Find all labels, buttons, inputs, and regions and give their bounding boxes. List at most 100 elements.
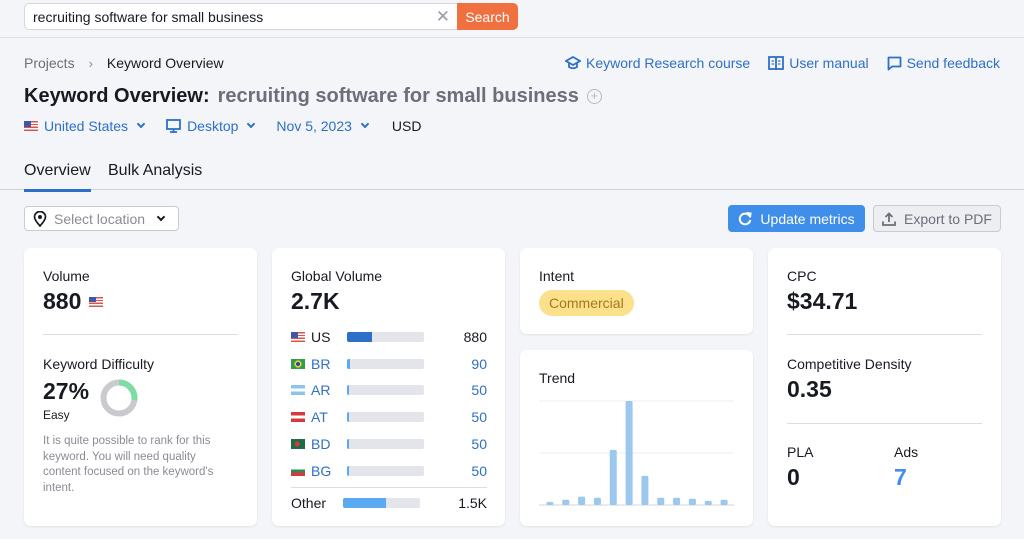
other-label: Other (291, 495, 327, 511)
br-flag-icon (291, 358, 305, 369)
trend-bar[interactable] (704, 500, 712, 505)
us-flag-icon (291, 332, 305, 342)
global-volume-card: Global Volume 2.7K US 880 BR 90 AR 50 AT 50 BD 50… (272, 248, 505, 526)
filters-bar: United States Desktop Nov 5, 2023 USD (24, 118, 421, 134)
date-label: Nov 5, 2023 (276, 118, 352, 134)
country-volume-bar-fill (347, 358, 350, 369)
message-icon (887, 56, 901, 70)
us-flag-icon (89, 296, 104, 307)
intent-label: Intent (539, 268, 575, 284)
user-manual-label: User manual (789, 55, 869, 71)
country-volume-bar (347, 385, 424, 396)
trend-card: Trend (520, 350, 753, 526)
competitive-density-value: 0.35 (787, 376, 832, 402)
keyword-research-course-link[interactable]: Keyword Research course (565, 55, 750, 71)
global-volume-row: BR 90 (291, 356, 487, 372)
chevron-down-icon (360, 119, 370, 129)
country-volume-bar (347, 412, 424, 423)
keyword-difficulty-label: Keyword Difficulty (43, 356, 155, 372)
device-label: Desktop (187, 118, 239, 134)
currency-label: USD (391, 118, 422, 134)
country-volume-bar-fill (347, 385, 350, 396)
export-pdf-button[interactable]: Export to PDF (873, 205, 1001, 232)
country-code[interactable]: BG (311, 463, 347, 479)
send-feedback-label: Send feedback (906, 55, 1000, 71)
ads-value[interactable]: 7 (894, 464, 918, 491)
global-volume-row: BD 50 (291, 436, 487, 452)
trend-bar[interactable] (673, 497, 681, 505)
trend-bar[interactable] (562, 499, 570, 505)
cpc-card: CPC $34.71 Competitive Density 0.35 PLA … (768, 248, 1001, 526)
country-volume-value[interactable]: 50 (471, 382, 487, 398)
keyword-difficulty-donut (100, 379, 138, 417)
us-flag-icon (24, 121, 38, 131)
chevron-down-icon (156, 212, 166, 221)
location-select[interactable]: Select location (24, 206, 179, 231)
search-input[interactable] (33, 9, 423, 25)
global-volume-row-other: Other 1.5K (291, 495, 487, 511)
tab-overview[interactable]: Overview (24, 162, 91, 192)
upload-icon (882, 211, 896, 226)
country-volume-value[interactable]: 90 (471, 356, 487, 372)
country-volume-bar (347, 465, 424, 476)
country-volume-value[interactable]: 50 (471, 409, 487, 425)
update-metrics-label: Update metrics (760, 210, 855, 227)
add-keyword-icon[interactable]: + (586, 89, 602, 104)
country-dropdown[interactable]: United States (24, 118, 146, 134)
page-title: Keyword Overview: recruiting software fo… (24, 85, 602, 108)
breadcrumb-projects[interactable]: Projects (24, 55, 75, 71)
global-volume-row: AT 50 (291, 409, 487, 425)
divider (787, 334, 982, 335)
keyword-difficulty-value: 27% (43, 378, 90, 404)
country-volume-bar-fill (347, 332, 373, 342)
country-code: US (311, 329, 331, 345)
trend-bar[interactable] (546, 501, 554, 505)
refresh-icon (739, 211, 753, 225)
update-metrics-button[interactable]: Update metrics (728, 205, 865, 232)
device-dropdown[interactable]: Desktop (166, 118, 256, 134)
keyword-research-course-label: Keyword Research course (586, 55, 751, 71)
top-search-bar: ✕ Search (0, 0, 1024, 38)
trend-bar[interactable] (609, 449, 617, 505)
trend-bar[interactable] (720, 499, 728, 505)
breadcrumb-current: Keyword Overview (106, 55, 224, 71)
cpc-value: $34.71 (787, 288, 858, 314)
country-code[interactable]: AR (311, 382, 347, 398)
search-box: ✕ (24, 3, 458, 30)
chevron-down-icon (247, 119, 256, 129)
trend-bar[interactable] (625, 401, 633, 505)
trend-bar[interactable] (578, 496, 586, 505)
keyword-difficulty-description: It is quite possible to rank for this ke… (43, 435, 214, 494)
country-volume-bar-fill (347, 412, 350, 423)
trend-bar[interactable] (688, 498, 696, 505)
cpc-label: CPC (787, 268, 817, 284)
date-dropdown[interactable]: Nov 5, 2023 (276, 118, 370, 134)
tab-bulk-analysis[interactable]: Bulk Analysis (108, 162, 202, 180)
help-links: Keyword Research course User manual Send… (565, 55, 1000, 71)
user-manual-link[interactable]: User manual (768, 55, 869, 71)
country-volume-value[interactable]: 50 (471, 463, 487, 479)
trend-label: Trend (539, 370, 576, 386)
trend-chart (539, 400, 734, 506)
trend-bar[interactable] (593, 497, 601, 505)
search-button[interactable]: Search (457, 3, 518, 30)
country-volume-bar-fill (347, 465, 350, 476)
country-volume-bar (347, 358, 424, 369)
page-title-label: Keyword Overview: (24, 85, 210, 107)
at-flag-icon (291, 412, 305, 423)
trend-bar[interactable] (641, 475, 649, 505)
country-volume-value: 880 (463, 329, 487, 345)
global-volume-row: BG 50 (291, 463, 487, 479)
trend-bar[interactable] (657, 497, 665, 505)
intent-badge: Commercial (539, 290, 634, 316)
tabs-bar: Overview Bulk Analysis (0, 150, 1024, 192)
send-feedback-link[interactable]: Send feedback (887, 55, 1000, 71)
country-code[interactable]: BD (311, 436, 347, 452)
close-icon[interactable]: ✕ (436, 7, 450, 27)
country-code[interactable]: AT (311, 409, 347, 425)
country-volume-value[interactable]: 50 (471, 436, 487, 452)
divider (787, 423, 982, 424)
country-code[interactable]: BR (311, 356, 347, 372)
bg-flag-icon (291, 465, 305, 476)
page-title-keyword: recruiting software for small business (217, 85, 579, 107)
